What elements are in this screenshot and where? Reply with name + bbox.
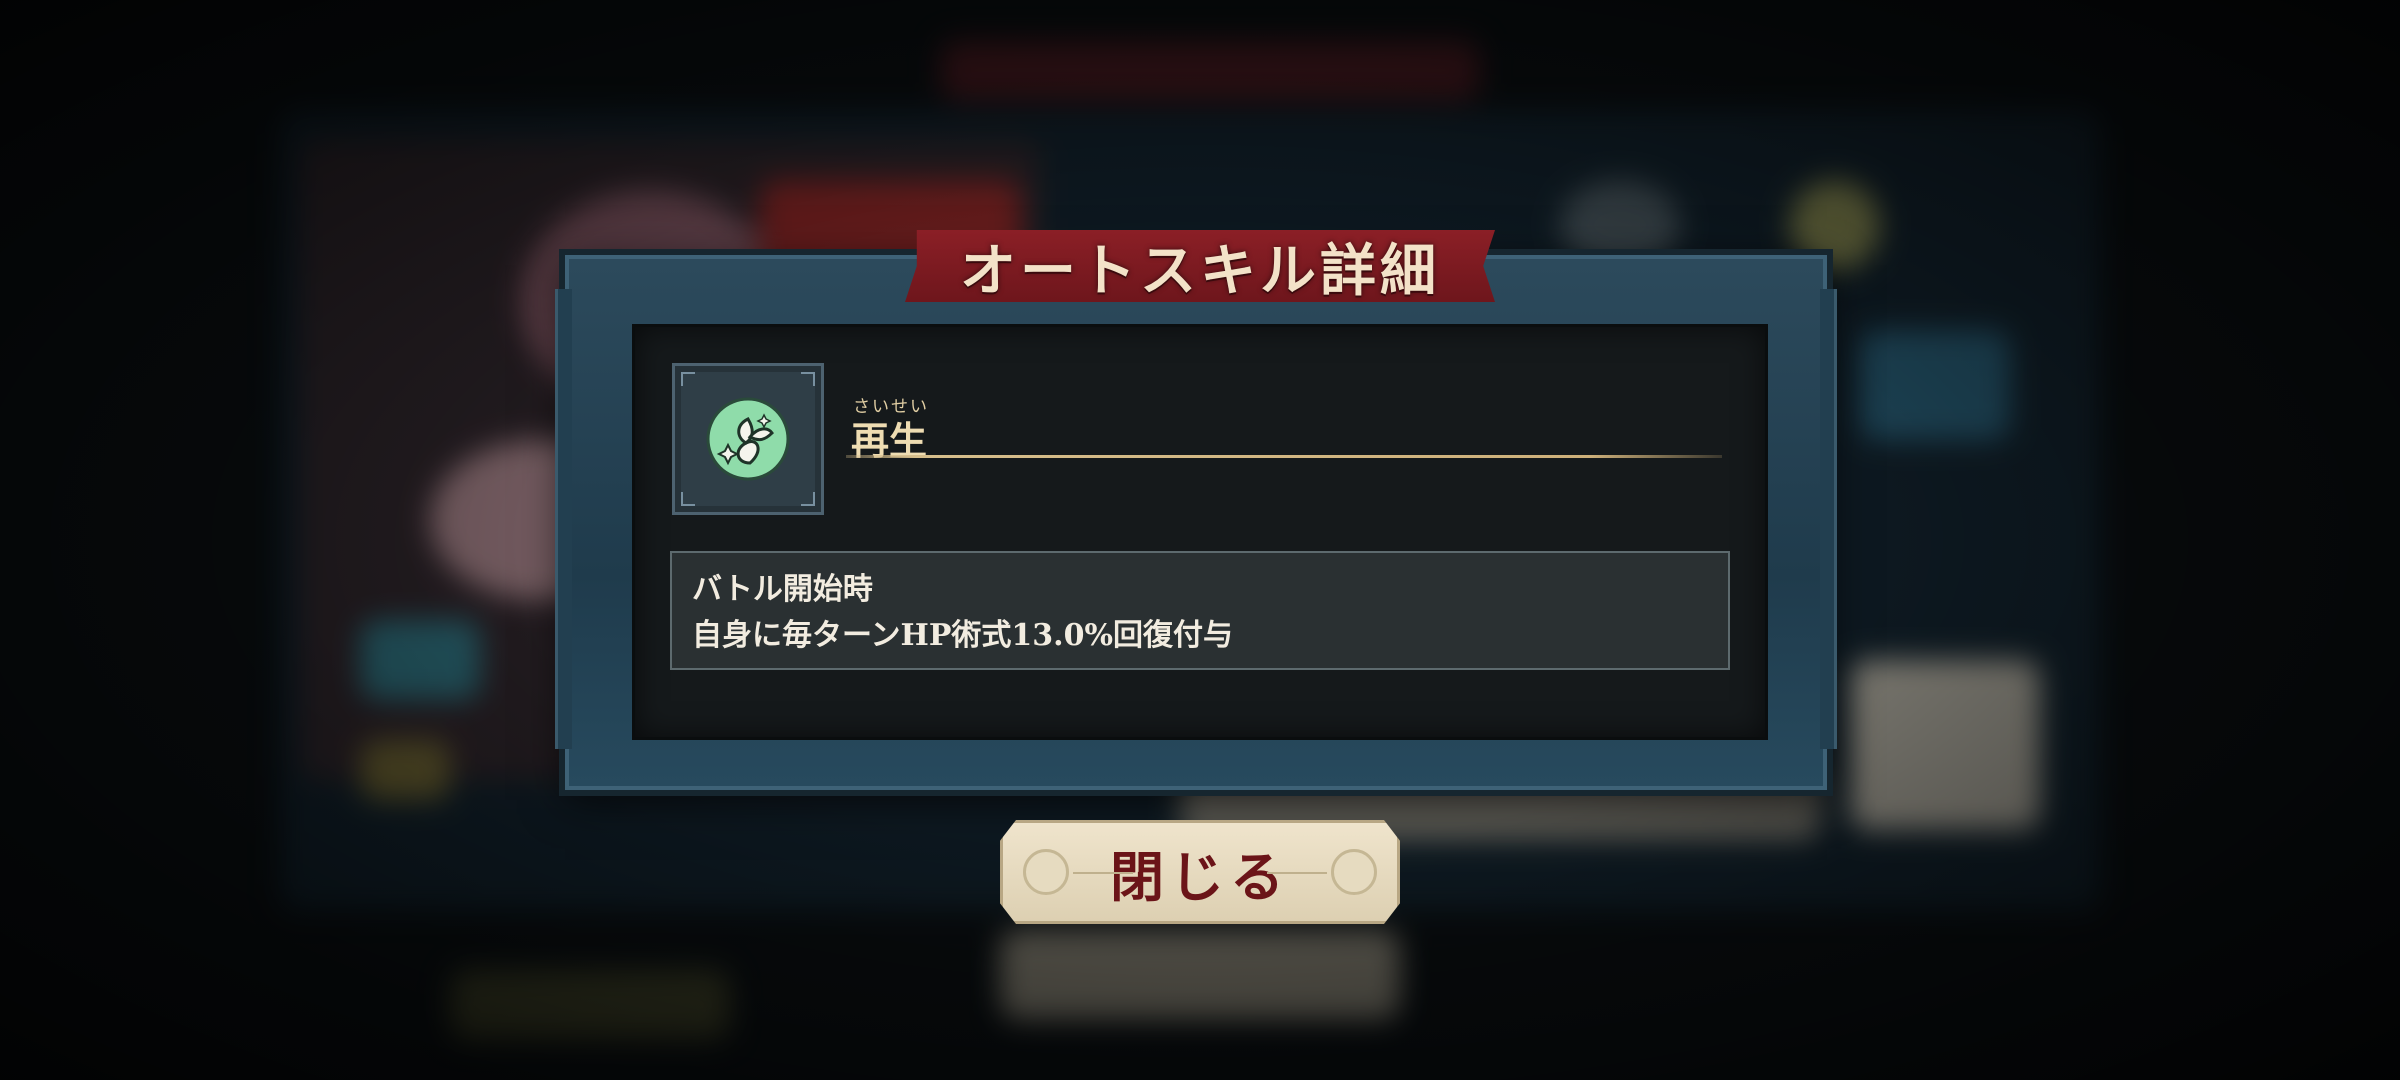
divider <box>846 455 1722 458</box>
ornament-rule <box>1267 872 1327 874</box>
skill-description-box: バトル開始時 自身に毎ターンHP術式13.0%回復付与 <box>670 551 1730 670</box>
skill-condition: バトル開始時 <box>692 572 873 607</box>
close-button-label: 閉じる <box>1110 844 1290 909</box>
dialog-title-ribbon: オートスキル詳細 <box>905 230 1495 302</box>
ornament-icon <box>1331 849 1377 895</box>
leaf-sprout-icon <box>706 397 790 481</box>
dialog-title: オートスキル詳細 <box>960 237 1440 304</box>
ornament-rule <box>1073 872 1133 874</box>
game-screen: オートスキル詳細 さいせい 再生 バトル開始時 自身に毎ターンHP術式13.0%… <box>0 0 2400 1080</box>
skill-effect: 自身に毎ターンHP術式13.0%回復付与 <box>692 618 1233 653</box>
close-button[interactable]: 閉じる <box>1000 820 1400 924</box>
skill-icon-frame <box>672 363 824 515</box>
ornament-icon <box>1023 849 1069 895</box>
